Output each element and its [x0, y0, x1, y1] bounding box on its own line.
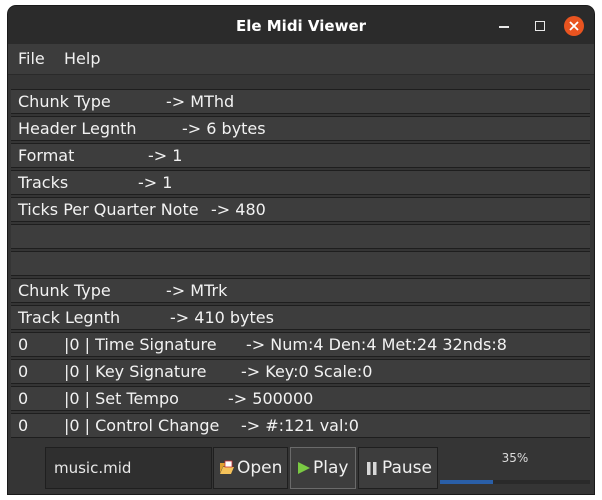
- list-row[interactable]: Header Legnth -> 6 bytes: [11, 116, 590, 141]
- row-event: |0 | Set Tempo: [64, 389, 179, 408]
- row-value: -> Num:4 Den:4 Met:24 32nds:8: [246, 335, 507, 354]
- list-row[interactable]: Chunk Type -> MTrk: [11, 278, 590, 303]
- playback-progress[interactable]: 35%: [440, 447, 590, 485]
- minimize-icon: [499, 26, 509, 28]
- minimize-button[interactable]: [494, 16, 514, 36]
- row-event: |0 | Time Signature: [64, 335, 217, 354]
- progress-fill: [440, 480, 493, 484]
- pause-icon: [367, 462, 377, 475]
- row-value: -> 1: [148, 146, 183, 165]
- row-value: -> 6 bytes: [182, 119, 266, 138]
- maximize-button[interactable]: [530, 16, 550, 36]
- row-delta: 0: [18, 362, 29, 381]
- open-button[interactable]: Open: [213, 447, 288, 489]
- folder-open-icon: [220, 460, 234, 474]
- row-event: |0 | Key Signature: [64, 362, 207, 381]
- list-row[interactable]: Chunk Type -> MThd: [11, 89, 590, 114]
- title-bar[interactable]: Ele Midi Viewer: [8, 6, 594, 44]
- open-label: Open: [237, 458, 283, 478]
- midi-info-list[interactable]: Chunk Type -> MThd Header Legnth -> 6 by…: [8, 75, 594, 442]
- row-label: Tracks: [18, 173, 69, 192]
- list-row[interactable]: Format -> 1: [11, 143, 590, 168]
- row-value: -> 1: [138, 173, 173, 192]
- row-label: Chunk Type: [18, 92, 111, 111]
- row-value: -> #:121 val:0: [241, 416, 359, 435]
- close-icon: [569, 21, 579, 31]
- row-label: Format: [18, 146, 75, 165]
- maximize-icon: [535, 21, 545, 31]
- row-label: Track Legnth: [18, 308, 121, 327]
- list-row[interactable]: 0 |0 | Time Signature -> Num:4 Den:4 Met…: [11, 332, 590, 357]
- pause-button[interactable]: Pause: [358, 447, 438, 489]
- list-row[interactable]: Ticks Per Quarter Note -> 480: [11, 197, 590, 222]
- progress-track: [440, 480, 590, 484]
- row-label: Chunk Type: [18, 281, 111, 300]
- row-event: |0 | Control Change: [64, 416, 220, 435]
- row-label: Header Legnth: [18, 119, 137, 138]
- player-bar: music.mid Open Play Pause 35%: [8, 442, 594, 494]
- row-value: -> 410 bytes: [170, 308, 274, 327]
- row-delta: 0: [18, 416, 29, 435]
- filename-display: music.mid: [45, 447, 212, 489]
- list-row[interactable]: Tracks -> 1: [11, 170, 590, 195]
- progress-percent: 35%: [501, 451, 529, 465]
- menu-file[interactable]: File: [18, 44, 45, 74]
- row-value: -> MThd: [166, 92, 235, 111]
- row-value: -> 500000: [228, 389, 314, 408]
- list-row-empty[interactable]: [11, 224, 590, 249]
- row-value: -> 480: [211, 200, 266, 219]
- play-button[interactable]: Play: [290, 447, 356, 489]
- play-label: Play: [313, 458, 349, 478]
- list-row[interactable]: 0 |0 | Set Tempo -> 500000: [11, 386, 590, 411]
- row-label: Ticks Per Quarter Note: [18, 200, 199, 219]
- menu-help[interactable]: Help: [64, 44, 100, 74]
- row-value: -> MTrk: [166, 281, 228, 300]
- row-delta: 0: [18, 335, 29, 354]
- pause-label: Pause: [382, 458, 432, 478]
- menu-bar: File Help: [8, 44, 594, 75]
- list-row-empty[interactable]: [11, 251, 590, 276]
- row-delta: 0: [18, 389, 29, 408]
- list-row[interactable]: 0 |0 | Key Signature -> Key:0 Scale:0: [11, 359, 590, 384]
- play-icon: [298, 462, 310, 474]
- row-value: -> Key:0 Scale:0: [241, 362, 373, 381]
- list-row[interactable]: Track Legnth -> 410 bytes: [11, 305, 590, 330]
- app-window: Ele Midi Viewer File Help Chunk Type -> …: [8, 6, 594, 494]
- list-row[interactable]: 0 |0 | Control Change -> #:121 val:0: [11, 413, 590, 438]
- close-button[interactable]: [564, 16, 584, 36]
